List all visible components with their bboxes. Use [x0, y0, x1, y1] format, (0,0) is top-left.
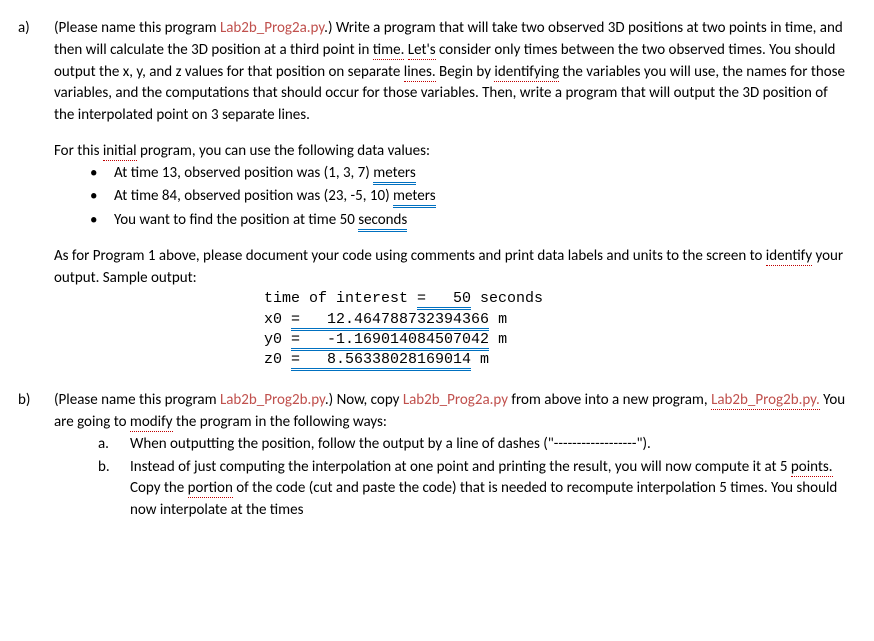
text: As for Program 1 above, please document … — [54, 247, 766, 265]
text: z0 — [264, 351, 291, 368]
program-name-2a: Lab2b_Prog2a.py — [220, 19, 324, 37]
bullet-marker: • — [90, 186, 98, 208]
grammar-out4: = 8.56338028169014 — [291, 351, 471, 371]
grammar-out1: = 50 — [417, 290, 471, 310]
sample-output: time of interest = 50 seconds x0 = 12.46… — [264, 289, 846, 370]
text: x0 — [264, 311, 291, 328]
item-label-a: a) — [18, 18, 36, 386]
bullet-item: • At time 13, observed position was (1, … — [90, 163, 846, 185]
bullet-text: At time 13, observed position was (1, 3,… — [114, 163, 416, 185]
item-body-a: (Please name this program Lab2b_Prog2a.p… — [54, 18, 846, 386]
item-body-b: (Please name this program Lab2b_Prog2b.p… — [54, 390, 846, 523]
text: time of interest — [264, 290, 417, 307]
program-name-2a-ref: Lab2b_Prog2a.py — [403, 391, 508, 409]
text: m — [489, 311, 507, 328]
text: (Please name this program — [54, 391, 220, 409]
sub-label-a: a. — [98, 434, 114, 456]
spellcheck-points: points. — [791, 458, 833, 477]
text: m — [489, 331, 507, 348]
grammar-seconds: seconds — [358, 211, 407, 232]
spellcheck-lets: Let's — [408, 41, 436, 60]
text: For this — [54, 142, 103, 160]
text: At time 84, observed position was (23, -… — [114, 187, 393, 205]
list-item-a: a) (Please name this program Lab2b_Prog2… — [18, 18, 846, 386]
spellcheck-modify: modify — [130, 413, 173, 432]
program-name-2b-ref: Lab2b_Prog2b.py. — [711, 391, 820, 410]
sub-body-a: When outputting the position, follow the… — [130, 434, 846, 456]
sub-body-b: Instead of just computing the interpolat… — [130, 457, 846, 522]
grammar-out2: = 12.464788732394366 — [291, 311, 489, 331]
text: Begin by — [436, 63, 495, 81]
text: from above into a new program, — [508, 391, 711, 409]
sub-item-a: a. When outputting the position, follow … — [98, 434, 846, 456]
para-b-intro: (Please name this program Lab2b_Prog2b.p… — [54, 390, 846, 434]
program-name-2b: Lab2b_Prog2b.py — [220, 391, 325, 409]
para-a-asfor: As for Program 1 above, please document … — [54, 246, 846, 290]
text: .) Now, copy — [325, 391, 403, 409]
bullet-marker: • — [90, 163, 98, 185]
text: of the code (cut and paste the code) tha… — [130, 479, 837, 519]
text: m — [471, 351, 489, 368]
text: At time 13, observed position was (1, 3,… — [114, 164, 373, 182]
bullet-text: You want to find the position at time 50… — [114, 210, 407, 232]
text: Copy the — [130, 479, 188, 497]
list-item-b: b) (Please name this program Lab2b_Prog2… — [18, 390, 846, 523]
spellcheck-initial: initial — [103, 142, 137, 161]
spellcheck-lines: lines. — [404, 63, 436, 82]
bullet-marker: • — [90, 210, 98, 232]
spellcheck-portion: portion — [188, 479, 233, 498]
spellcheck-identify: identify — [766, 247, 812, 266]
item-label-b: b) — [18, 390, 36, 523]
bullet-item: • You want to find the position at time … — [90, 210, 846, 232]
text: the program in the following ways: — [173, 413, 387, 431]
text: program, you can use the following data … — [137, 142, 430, 160]
sub-item-b: b. Instead of just computing the interpo… — [98, 457, 846, 522]
text: y0 — [264, 331, 291, 348]
bullet-item: • At time 84, observed position was (23,… — [90, 186, 846, 208]
bullet-list: • At time 13, observed position was (1, … — [90, 163, 846, 232]
spellcheck-time: time. — [373, 41, 405, 60]
text: You want to find the position at time 50 — [114, 211, 358, 229]
para-a-forthis: For this initial program, you can use th… — [54, 141, 846, 163]
para-a-intro: (Please name this program Lab2b_Prog2a.p… — [54, 18, 846, 127]
grammar-meters: meters — [393, 187, 436, 208]
text: seconds — [471, 290, 543, 307]
text: (Please name this program — [54, 19, 220, 37]
text: Instead of just computing the interpolat… — [130, 458, 791, 476]
sub-label-b: b. — [98, 457, 114, 522]
grammar-meters: meters — [373, 164, 416, 185]
bullet-text: At time 84, observed position was (23, -… — [114, 186, 436, 208]
spellcheck-identifying: identifying — [494, 63, 559, 82]
sub-list: a. When outputting the position, follow … — [98, 434, 846, 522]
grammar-out3: = -1.169014084507042 — [291, 331, 489, 351]
